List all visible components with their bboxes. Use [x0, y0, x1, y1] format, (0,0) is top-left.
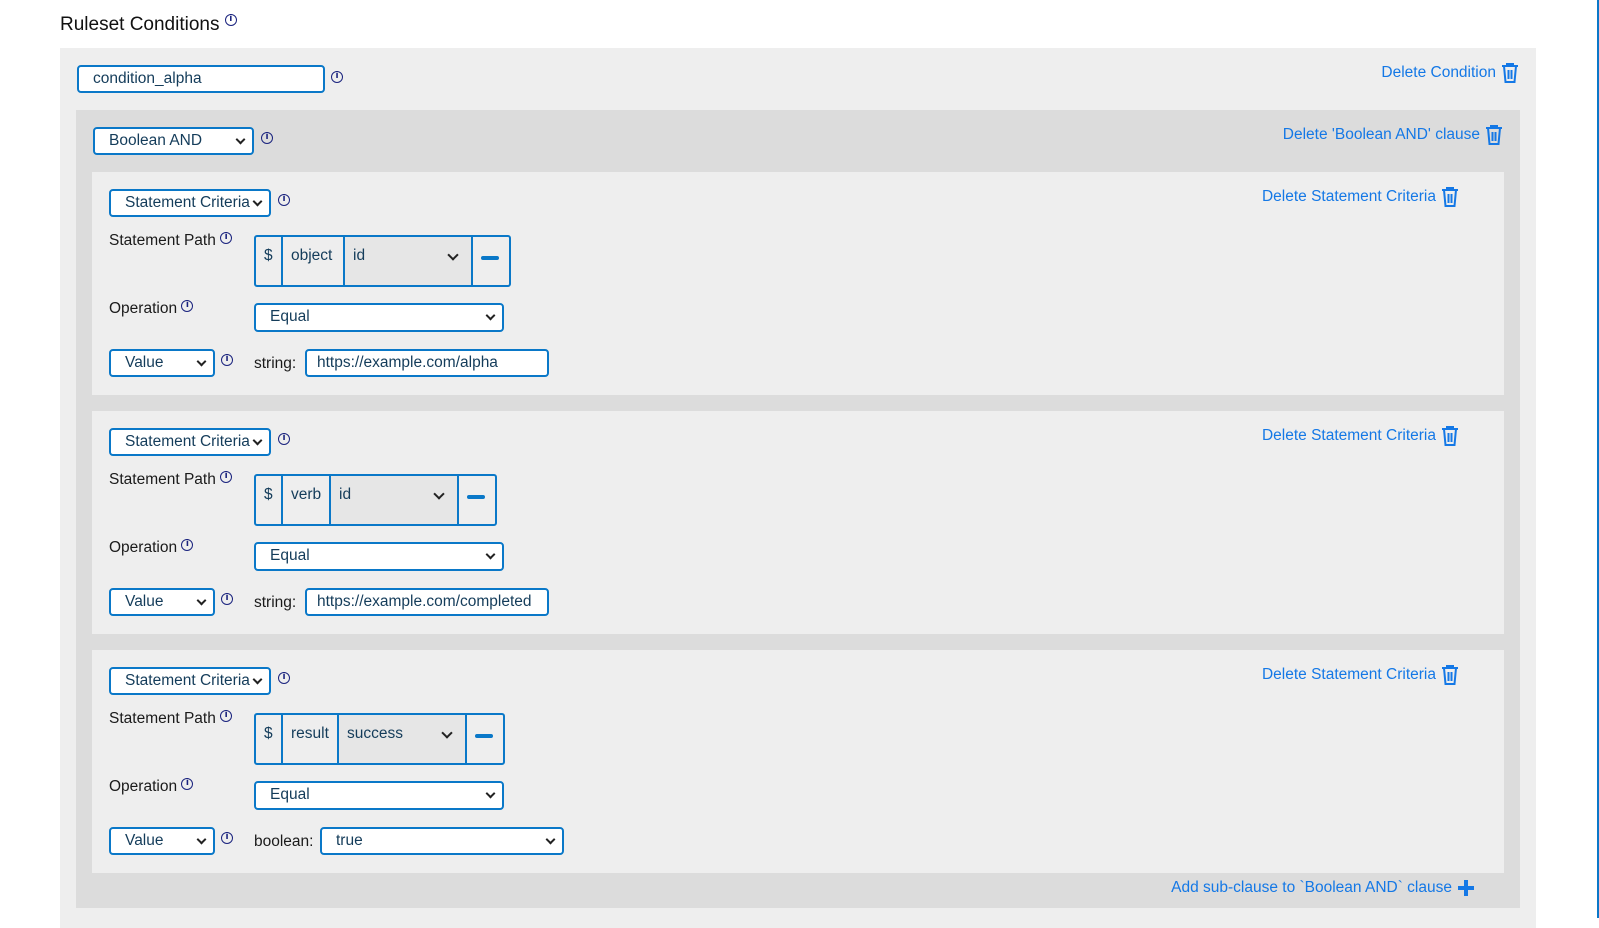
statement-path-label: Statement Path i [109, 471, 233, 489]
statement-path-text: Statement Path [109, 710, 216, 727]
delete-condition-label: Delete Condition [1381, 64, 1496, 81]
info-icon[interactable]: i [278, 672, 290, 684]
delete-criteria-button[interactable]: Delete Statement Criteria [1262, 425, 1460, 447]
plus-icon [1458, 880, 1474, 896]
delete-criteria-label: Delete Statement Criteria [1261, 188, 1436, 205]
value-kind-select[interactable]: Value [109, 588, 215, 616]
path-segment: verb [283, 476, 331, 524]
statement-path-text: Statement Path [109, 471, 216, 488]
condition-name-input[interactable]: condition_alpha [77, 65, 325, 93]
operation-select[interactable]: Equal [254, 781, 504, 810]
trash-icon [1486, 125, 1502, 145]
operation-select[interactable]: Equal [254, 303, 504, 332]
info-icon[interactable]: i [331, 71, 343, 83]
add-sub-clause-label: Add sub-clause to `Boolean AND` clause [1171, 879, 1452, 896]
delete-criteria-button[interactable]: Delete Statement Criteria [1262, 664, 1460, 686]
statement-path-label: Statement Path i [109, 710, 233, 728]
value-input[interactable]: https://example.com/alpha [305, 349, 549, 377]
delete-criteria-button[interactable]: Delete Statement Criteria [1262, 186, 1460, 208]
statement-criteria-block: Statement Criteria i Delete Statement Cr… [92, 411, 1504, 634]
remove-path-button[interactable] [473, 237, 509, 285]
path-field-value: id [339, 486, 352, 503]
operation-text: Operation [109, 539, 178, 556]
info-icon[interactable]: i [220, 471, 233, 483]
clause-type-select[interactable]: Boolean AND [93, 127, 254, 155]
info-icon[interactable]: i [261, 132, 273, 144]
info-icon[interactable]: i [221, 593, 233, 605]
operation-label: Operation i [109, 300, 194, 318]
statement-path-label: Statement Path i [109, 232, 233, 250]
info-icon[interactable]: i [220, 232, 233, 244]
delete-criteria-label: Delete Statement Criteria [1261, 666, 1436, 683]
remove-path-button[interactable] [459, 476, 495, 524]
value-input[interactable]: true [320, 827, 564, 855]
path-root: $ [256, 476, 283, 524]
info-icon[interactable]: i [221, 832, 233, 844]
operation-label: Operation i [109, 539, 194, 557]
minus-icon [475, 734, 493, 738]
path-field-value: success [347, 725, 403, 742]
value-input[interactable]: https://example.com/completed [305, 588, 549, 616]
minus-icon [481, 256, 499, 260]
path-segment: object [283, 237, 345, 285]
minus-icon [467, 495, 485, 499]
statement-criteria-block: Statement Criteria i Delete Statement Cr… [92, 172, 1504, 395]
operation-select[interactable]: Equal [254, 542, 504, 571]
operation-text: Operation [109, 300, 178, 317]
statement-path-builder: $ object id [254, 235, 511, 287]
statement-criteria-block: Statement Criteria i Delete Statement Cr… [92, 650, 1504, 873]
path-field-value: id [353, 247, 366, 264]
trash-icon [1442, 426, 1458, 446]
criteria-type-select[interactable]: Statement Criteria [109, 189, 271, 217]
info-icon[interactable]: i [181, 539, 194, 551]
remove-path-button[interactable] [467, 715, 503, 763]
criteria-type-select[interactable]: Statement Criteria [109, 428, 271, 456]
delete-criteria-label: Delete Statement Criteria [1261, 427, 1436, 444]
info-icon[interactable]: i [220, 710, 233, 722]
trash-icon [1502, 63, 1518, 83]
criteria-type-select[interactable]: Statement Criteria [109, 667, 271, 695]
chevron-down-icon [447, 249, 459, 261]
statement-path-text: Statement Path [109, 232, 216, 249]
path-segment: result [283, 715, 339, 763]
statement-path-builder: $ verb id [254, 474, 497, 526]
path-field-select[interactable]: success [339, 715, 467, 763]
title-text: Ruleset Conditions [60, 14, 220, 35]
info-icon[interactable]: i [278, 433, 290, 445]
path-root: $ [256, 237, 283, 285]
statement-path-builder: $ result success [254, 713, 505, 765]
info-icon[interactable]: i [181, 300, 194, 312]
chevron-down-icon [441, 727, 453, 739]
page-title: Ruleset Conditions i [60, 14, 237, 36]
path-field-select[interactable]: id [331, 476, 459, 524]
operation-text: Operation [109, 778, 178, 795]
trash-icon [1442, 187, 1458, 207]
info-icon[interactable]: i [221, 354, 233, 366]
value-type-label: string: [254, 594, 297, 611]
value-type-label: boolean: [254, 833, 314, 850]
add-sub-clause-button[interactable]: Add sub-clause to `Boolean AND` clause [1171, 878, 1476, 898]
path-root: $ [256, 715, 283, 763]
delete-clause-button[interactable]: Delete 'Boolean AND' clause [1283, 124, 1504, 146]
info-icon[interactable]: i [278, 194, 290, 206]
delete-clause-label: Delete 'Boolean AND' clause [1282, 126, 1480, 143]
info-icon[interactable]: i [224, 14, 237, 26]
path-field-select[interactable]: id [345, 237, 473, 285]
value-kind-select[interactable]: Value [109, 349, 215, 377]
value-kind-select[interactable]: Value [109, 827, 215, 855]
delete-condition-button[interactable]: Delete Condition [1381, 62, 1520, 84]
trash-icon [1442, 665, 1458, 685]
operation-label: Operation i [109, 778, 194, 796]
info-icon[interactable]: i [181, 778, 194, 790]
chevron-down-icon [433, 488, 445, 500]
value-type-label: string: [254, 355, 297, 372]
